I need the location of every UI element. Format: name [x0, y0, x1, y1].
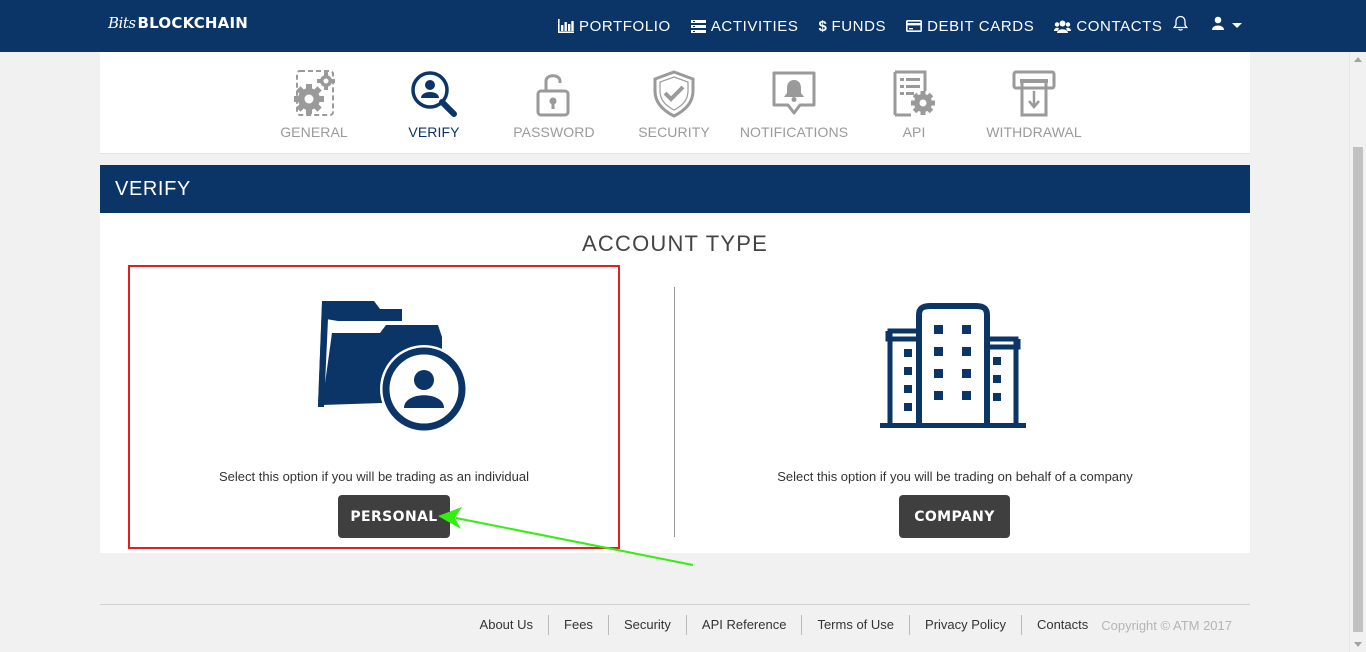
personal-description: Select this option if you will be tradin…	[218, 469, 529, 484]
bell-bubble-icon	[772, 71, 816, 115]
tab-password[interactable]: PASSWORD	[494, 52, 614, 140]
user-menu[interactable]	[1212, 16, 1242, 35]
tab-api-label: API	[902, 124, 926, 140]
nav-funds-label: FUNDS	[831, 17, 887, 35]
footer-link-contacts[interactable]: Contacts	[1022, 615, 1103, 635]
tab-notifications[interactable]: NOTIFICATIONS	[734, 52, 854, 140]
footer-link-fees[interactable]: Fees	[549, 615, 609, 635]
nav-contacts-label: CONTACTS	[1076, 17, 1163, 35]
tab-security[interactable]: SECURITY	[614, 52, 734, 140]
company-option[interactable]: Select this option if you will be tradin…	[700, 265, 1210, 549]
bar-chart-icon	[558, 19, 574, 33]
atm-withdraw-icon	[1012, 70, 1056, 117]
folder-user-icon	[318, 301, 468, 433]
settings-tabs: GENERAL VERIFY PASSWORD SECURITY NOTIFIC…	[100, 52, 1250, 154]
main-nav: PORTFOLIO ACTIVITIES $ FUNDS DEBIT CARDS…	[558, 0, 1183, 52]
users-icon	[1054, 20, 1072, 33]
office-building-icon	[880, 303, 1026, 428]
scroll-thumb[interactable]	[1353, 147, 1363, 632]
nav-activities-label: ACTIVITIES	[710, 17, 799, 35]
personal-button[interactable]: PERSONAL	[338, 495, 450, 538]
nav-debit-cards[interactable]: DEBIT CARDS	[906, 18, 1034, 35]
nav-contacts[interactable]: CONTACTS	[1054, 18, 1162, 35]
tab-password-label: PASSWORD	[513, 124, 595, 140]
credit-card-icon	[906, 20, 923, 32]
verify-section-header: VERIFY	[100, 165, 1250, 213]
nav-portfolio[interactable]: PORTFOLIO	[558, 18, 671, 35]
tab-general-label: GENERAL	[280, 124, 348, 140]
bell-icon[interactable]	[1172, 15, 1189, 37]
nav-funds[interactable]: $ FUNDS	[819, 18, 887, 35]
padlock-icon	[536, 74, 570, 117]
list-icon	[690, 19, 706, 33]
chevron-down-icon	[1232, 23, 1242, 28]
company-button[interactable]: COMPANY	[899, 495, 1010, 538]
tab-security-label: SECURITY	[638, 124, 710, 140]
scroll-down-arrow-icon[interactable]	[1354, 642, 1362, 647]
verify-section-body: ACCOUNT TYPE Select this option if you w…	[100, 213, 1250, 553]
tab-notifications-label: NOTIFICATIONS	[739, 124, 849, 140]
footer-link-security[interactable]: Security	[609, 615, 687, 635]
tab-withdrawal-label: WITHDRAWAL	[986, 124, 1082, 140]
tab-verify[interactable]: VERIFY	[374, 52, 494, 140]
footer-link-api-reference[interactable]: API Reference	[687, 615, 803, 635]
shield-check-icon	[653, 70, 695, 118]
footer-link-terms[interactable]: Terms of Use	[802, 615, 911, 635]
account-type-title: ACCOUNT TYPE	[582, 231, 768, 256]
brand-main-text: BLOCKCHAIN	[137, 14, 249, 32]
company-description: Select this option if you will be tradin…	[777, 469, 1133, 484]
gears-icon	[294, 70, 335, 116]
footer-link-about[interactable]: About Us	[465, 615, 550, 635]
nav-debit-cards-label: DEBIT CARDS	[927, 17, 1035, 35]
footer: About Us Fees Security API Reference Ter…	[0, 614, 1232, 636]
nav-activities[interactable]: ACTIVITIES	[690, 17, 799, 35]
options-divider	[674, 287, 675, 537]
footer-link-privacy[interactable]: Privacy Policy	[910, 615, 1022, 635]
tab-withdrawal[interactable]: WITHDRAWAL	[974, 52, 1094, 140]
scroll-up-arrow-icon[interactable]	[1354, 57, 1362, 62]
dollar-icon: $	[818, 17, 828, 35]
footer-divider	[100, 604, 1250, 605]
tab-general[interactable]: GENERAL	[254, 52, 374, 140]
nav-portfolio-label: PORTFOLIO	[579, 17, 671, 35]
document-gear-icon	[893, 70, 935, 117]
user-icon	[1212, 16, 1224, 35]
verify-search-user-icon	[411, 71, 457, 117]
page-scrollbar[interactable]	[1349, 52, 1366, 652]
tab-api[interactable]: API	[854, 52, 974, 140]
brand-logo[interactable]: Bits BLOCKCHAIN	[108, 14, 248, 32]
tab-verify-label: VERIFY	[408, 124, 460, 140]
personal-option[interactable]: Select this option if you will be tradin…	[128, 265, 620, 549]
footer-copyright: Copyright © ATM 2017	[1101, 617, 1232, 633]
brand-script-text: Bits	[108, 14, 136, 32]
top-navbar: Bits BLOCKCHAIN PORTFOLIO ACTIVITIES $ F…	[0, 0, 1366, 52]
